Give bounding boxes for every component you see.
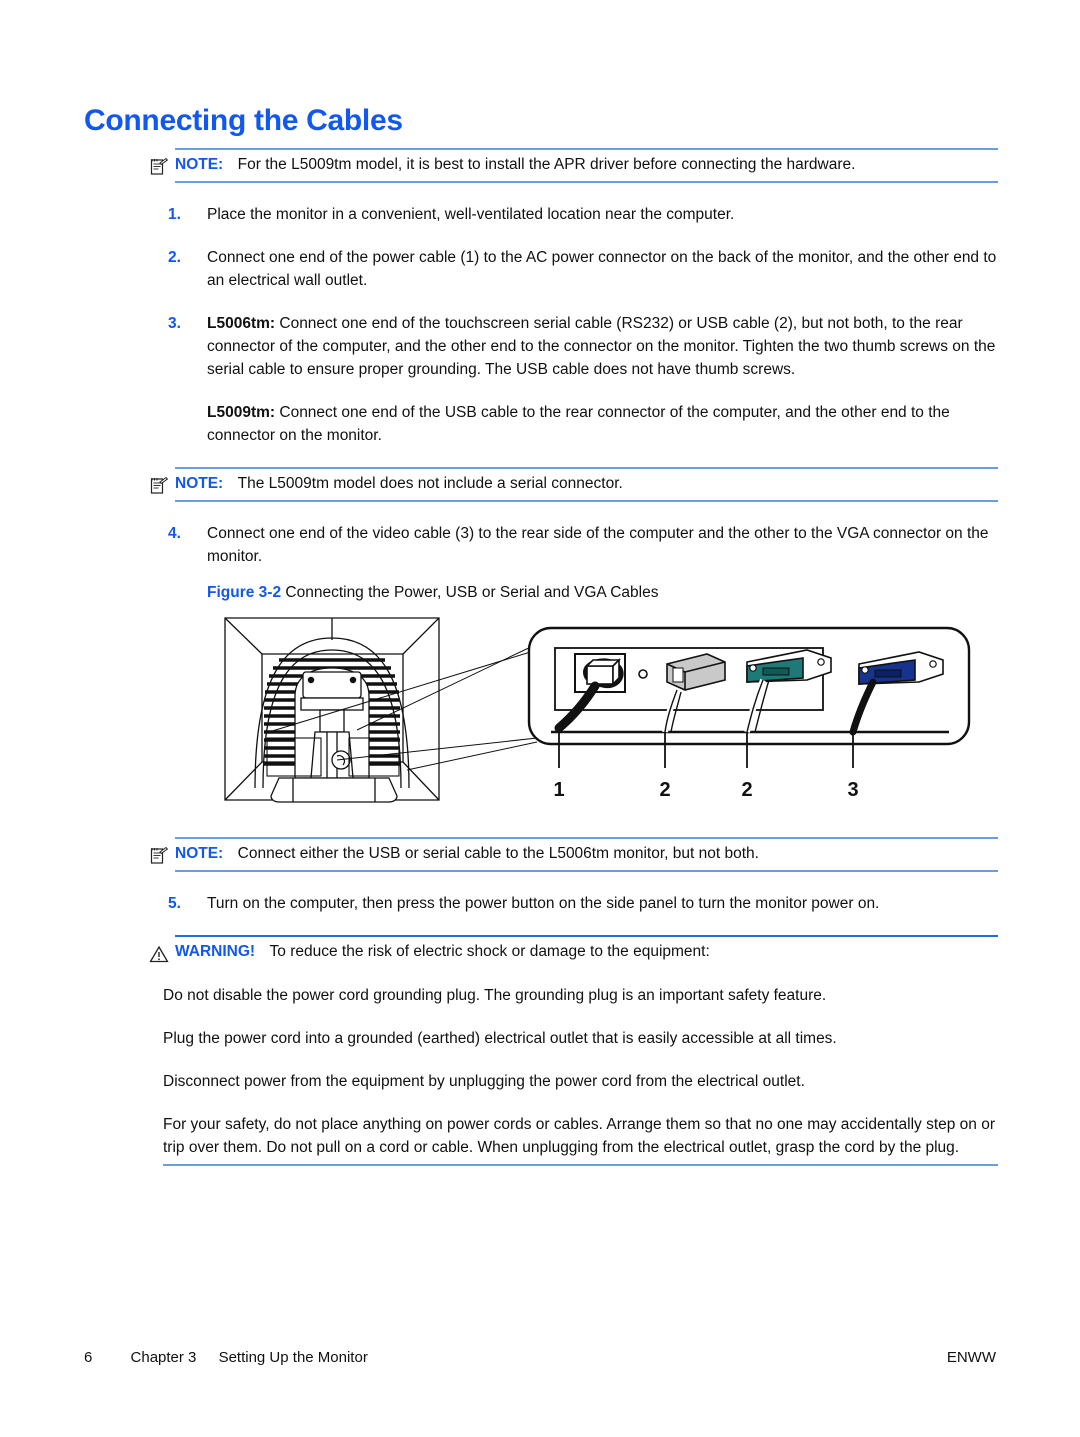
step-number: 5.	[168, 895, 181, 912]
step-text: Turn on the computer, then press the pow…	[207, 895, 880, 912]
note-icon	[149, 157, 169, 177]
step-text: Connect one end of the video cable (3) t…	[207, 525, 989, 565]
warning-callout: WARNING! To reduce the risk of electric …	[149, 935, 998, 968]
warning-paragraph-2: Plug the power cord into a grounded (ear…	[163, 1030, 837, 1047]
step-item-4: 4. Connect one end of the video cable (3…	[163, 522, 998, 568]
step-text: Place the monitor in a convenient, well-…	[207, 206, 735, 223]
step-number: 3.	[168, 315, 181, 332]
note-text: Connect either the USB or serial cable t…	[237, 845, 759, 862]
step-number: 2.	[168, 249, 181, 266]
warning-text: To reduce the risk of electric shock or …	[269, 943, 710, 960]
note-keyword: NOTE:	[175, 845, 224, 862]
note-callout-1: NOTE: For the L5009tm model, it is best …	[150, 148, 998, 183]
figure-caption-text: Connecting the Power, USB or Serial and …	[285, 584, 659, 601]
footer-left: 6 Chapter 3 Setting Up the Monitor	[84, 1349, 368, 1366]
step-item-2: 2. Connect one end of the power cable (1…	[163, 246, 998, 292]
callout-number-3: 3	[847, 779, 858, 801]
footer-page-number: 6	[84, 1349, 93, 1366]
note-icon	[149, 476, 169, 496]
callout-number-2a: 2	[659, 779, 670, 801]
step-text: Connect one end of the touchscreen seria…	[207, 315, 996, 378]
monitor-stand	[294, 667, 370, 779]
warning-paragraph-1: Do not disable the power cord grounding …	[163, 987, 827, 1004]
page-footer: 6 Chapter 3 Setting Up the Monitor ENWW	[84, 1349, 996, 1366]
note-text: For the L5009tm model, it is best to ins…	[237, 156, 856, 173]
monitor-cable-diagram: 1 2 2 3	[224, 617, 971, 803]
page-title: Connecting the Cables	[84, 104, 403, 137]
warning-keyword: WARNING!	[175, 943, 256, 960]
note-callout-3: NOTE: Connect either the USB or serial c…	[150, 837, 998, 872]
step-text: Connect one end of the power cable (1) t…	[207, 249, 997, 289]
callout-numbers: 1 2 2 3	[553, 779, 858, 801]
monitor-base	[270, 777, 398, 803]
step-number: 1.	[168, 206, 181, 223]
l5009tm-paragraph: L5009tm: Connect one end of the USB cabl…	[163, 401, 998, 447]
step-bold-lead: L5006tm:	[207, 315, 276, 332]
callout-number-2b: 2	[741, 779, 752, 801]
step-item-1: 1. Place the monitor in a convenient, we…	[163, 203, 998, 226]
footer-locale: ENWW	[946, 1349, 996, 1366]
warning-paragraph-3: Disconnect power from the equipment by u…	[163, 1073, 805, 1090]
l5009tm-lead: L5009tm:	[207, 404, 276, 421]
figure-illustration: 1 2 2 3	[163, 610, 998, 825]
note-keyword: NOTE:	[175, 156, 224, 173]
l5009tm-text: Connect one end of the USB cable to the …	[207, 404, 950, 444]
step-item-3: 3. L5006tm: Connect one end of the touch…	[163, 312, 998, 381]
note-keyword: NOTE:	[175, 475, 224, 492]
callout-number-1: 1	[553, 779, 564, 801]
page-content: NOTE: For the L5009tm model, it is best …	[149, 148, 998, 1166]
step-item-5: 5. Turn on the computer, then press the …	[163, 892, 998, 915]
footer-chapter-title: Setting Up the Monitor	[218, 1349, 368, 1366]
document-page: Connecting the Cables NOTE: For the L500…	[0, 0, 1080, 1437]
footer-chapter: Chapter 3	[130, 1349, 197, 1366]
note-callout-2: NOTE: The L5009tm model does not include…	[150, 467, 998, 502]
note-text: The L5009tm model does not include a ser…	[237, 475, 623, 492]
step-number: 4.	[168, 525, 181, 542]
figure-caption: Figure 3-2 Connecting the Power, USB or …	[163, 584, 998, 602]
warning-paragraph-4: For your safety, do not place anything o…	[163, 1113, 998, 1166]
warning-triangle-icon	[149, 944, 169, 964]
note-icon	[149, 846, 169, 866]
figure-label: Figure 3-2	[207, 584, 282, 601]
